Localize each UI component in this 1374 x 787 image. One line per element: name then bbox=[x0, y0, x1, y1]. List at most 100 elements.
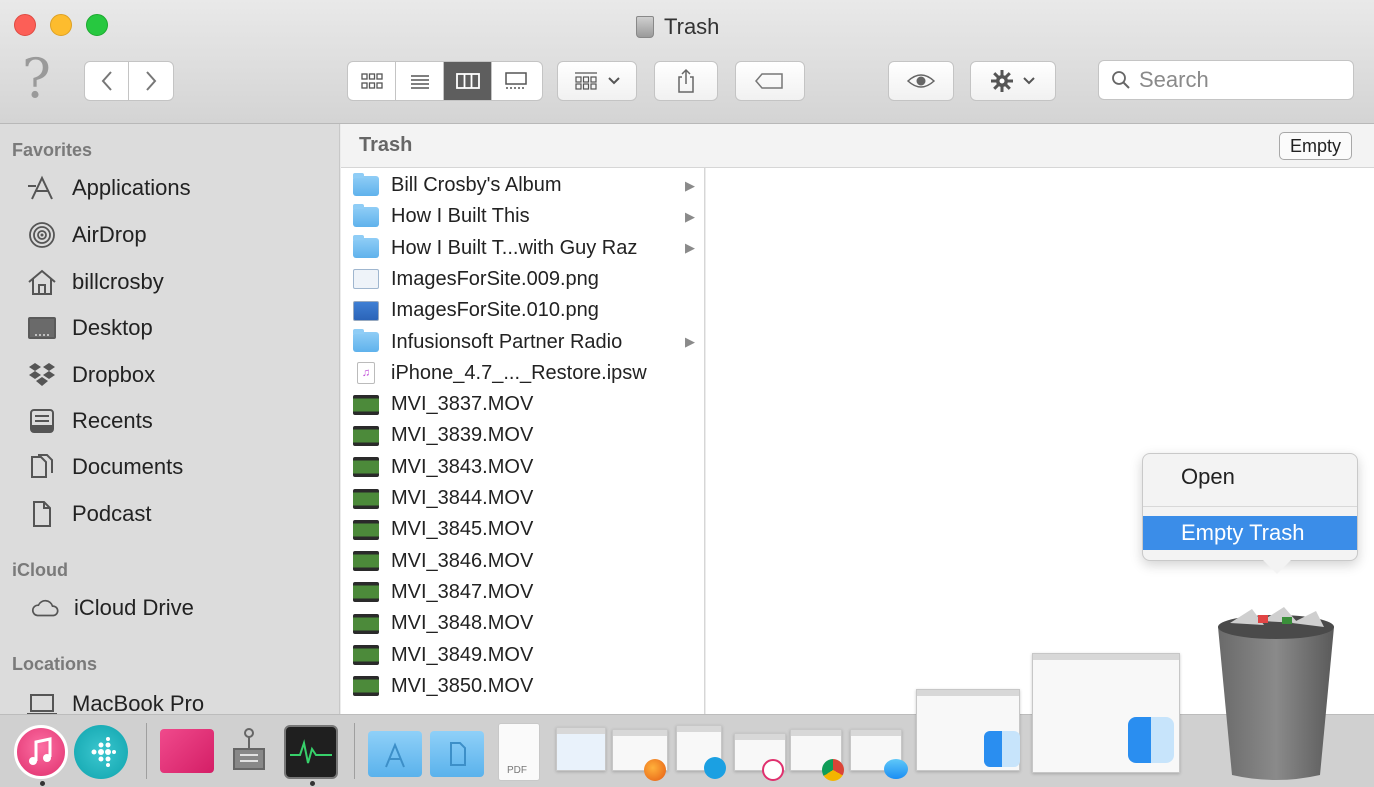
sidebar-item-desktop[interactable]: Desktop bbox=[26, 310, 153, 346]
share-button[interactable] bbox=[654, 61, 718, 101]
dock-trash-context-menu: Open Empty Trash bbox=[1142, 453, 1358, 574]
file-row[interactable]: MVI_3848.MOV bbox=[353, 608, 701, 639]
file-row[interactable]: MVI_3839.MOV bbox=[353, 420, 701, 451]
icon-view-button[interactable] bbox=[348, 62, 396, 100]
folder-icon bbox=[353, 329, 379, 352]
video-file-icon bbox=[353, 519, 379, 540]
home-icon bbox=[28, 269, 56, 295]
file-name: MVI_3843.MOV bbox=[391, 455, 534, 478]
file-row[interactable]: Infusionsoft Partner Radio ▶ bbox=[353, 327, 701, 358]
documents-folder-icon[interactable] bbox=[430, 731, 484, 777]
file-row[interactable]: MVI_3847.MOV bbox=[353, 577, 701, 608]
documents-icon bbox=[31, 454, 53, 478]
sidebar-item-documents[interactable]: Documents bbox=[26, 449, 183, 485]
applications-icon bbox=[28, 175, 53, 200]
file-row[interactable]: MVI_3844.MOV bbox=[353, 483, 701, 514]
video-file-icon bbox=[353, 551, 379, 572]
desktop-icon bbox=[28, 317, 56, 339]
menu-item-empty-trash[interactable]: Empty Trash bbox=[1143, 516, 1357, 550]
file-name: MVI_3839.MOV bbox=[391, 424, 534, 447]
image-file-icon bbox=[353, 300, 379, 321]
fitbit-dots-icon bbox=[91, 737, 116, 767]
dock-separator bbox=[354, 723, 355, 779]
dropbox-icon bbox=[29, 363, 55, 386]
itunes-small-icon bbox=[762, 759, 784, 781]
file-row[interactable]: ♫ iPhone_4.7_..._Restore.ipsw bbox=[353, 358, 701, 389]
gallery-view-button[interactable] bbox=[492, 62, 540, 100]
trash-path-bar: Trash Empty bbox=[341, 124, 1374, 168]
keynote-window-thumbnail[interactable] bbox=[556, 727, 606, 771]
search-field[interactable] bbox=[1098, 60, 1354, 100]
sidebar-item-applications[interactable]: Applications bbox=[26, 170, 191, 206]
image-file-icon bbox=[353, 269, 379, 290]
sidebar-section-locations: Locations bbox=[12, 654, 98, 674]
folder-icon bbox=[353, 235, 379, 259]
sidebar-item-podcast[interactable]: Podcast bbox=[26, 496, 152, 532]
list-view-icon bbox=[410, 75, 429, 89]
sidebar-section-icloud: iCloud bbox=[12, 560, 68, 580]
sidebar-item-label: AirDrop bbox=[72, 222, 147, 247]
file-name: MVI_3837.MOV bbox=[391, 393, 534, 416]
action-menu-button[interactable] bbox=[970, 61, 1056, 101]
trash-title-icon bbox=[636, 16, 654, 38]
file-name: MVI_3844.MOV bbox=[391, 487, 534, 509]
file-row[interactable]: How I Built T...with Guy Raz ▶ bbox=[353, 233, 701, 264]
disclosure-arrow-icon: ▶ bbox=[685, 240, 695, 256]
system-preferences-icon[interactable] bbox=[222, 725, 276, 779]
fitbit-icon[interactable] bbox=[74, 725, 128, 779]
sidebar-item-macbook-pro[interactable]: MacBook Pro bbox=[26, 686, 204, 714]
file-row[interactable]: Bill Crosby's Album ▶ bbox=[353, 170, 701, 201]
quick-look-button[interactable] bbox=[888, 61, 954, 101]
gallery-view-icon bbox=[505, 72, 527, 89]
sidebar-item-dropbox[interactable]: Dropbox bbox=[26, 357, 155, 393]
trash-icon[interactable] bbox=[1212, 605, 1340, 783]
column-view-icon bbox=[455, 73, 480, 89]
sidebar-item-billcrosby[interactable]: billcrosby bbox=[26, 264, 164, 300]
video-file-icon bbox=[353, 582, 379, 603]
itunes-icon[interactable] bbox=[14, 725, 68, 779]
zoom-window-button[interactable] bbox=[86, 14, 108, 36]
tags-button[interactable] bbox=[735, 61, 805, 101]
file-name: MVI_3845.MOV bbox=[391, 518, 534, 541]
back-button[interactable] bbox=[85, 62, 130, 100]
forward-button[interactable] bbox=[129, 62, 173, 100]
minimize-window-button[interactable] bbox=[50, 14, 72, 36]
dock-separator bbox=[146, 723, 147, 779]
parallels-icon[interactable] bbox=[160, 729, 214, 773]
file-row[interactable]: MVI_3846.MOV bbox=[353, 546, 701, 577]
sidebar-item-icloud-drive[interactable]: iCloud Drive bbox=[30, 590, 194, 626]
sidebar-item-label: Documents bbox=[72, 454, 184, 479]
window-title-text: Trash bbox=[664, 14, 720, 39]
eye-icon bbox=[906, 74, 936, 88]
empty-button[interactable]: Empty bbox=[1278, 132, 1352, 160]
icon-view-icon bbox=[360, 73, 383, 89]
file-row[interactable]: MVI_3837.MOV bbox=[353, 389, 701, 420]
file-name: ImagesForSite.010.png bbox=[391, 299, 599, 322]
pdf-file-icon[interactable]: PDF bbox=[498, 723, 540, 781]
column-view-button[interactable] bbox=[444, 62, 492, 100]
file-row[interactable]: ImagesForSite.009.png bbox=[353, 264, 701, 295]
activity-monitor-icon[interactable] bbox=[284, 725, 338, 779]
dock: PDF bbox=[0, 653, 1374, 787]
group-by-button[interactable] bbox=[557, 61, 637, 101]
search-input[interactable] bbox=[1139, 67, 1339, 93]
disclosure-arrow-icon: ▶ bbox=[685, 177, 695, 193]
file-row[interactable]: How I Built This ▶ bbox=[353, 201, 701, 232]
list-view-button[interactable] bbox=[396, 62, 444, 100]
file-name: ImagesForSite.009.png bbox=[391, 267, 599, 290]
menu-item-open[interactable]: Open bbox=[1143, 460, 1357, 494]
file-name: MVI_3847.MOV bbox=[391, 580, 534, 603]
file-row[interactable]: ImagesForSite.010.png bbox=[353, 295, 701, 326]
close-window-button[interactable] bbox=[14, 14, 36, 36]
video-file-icon bbox=[353, 488, 379, 509]
help-icon[interactable]: ? bbox=[22, 52, 51, 106]
file-row[interactable]: MVI_3850.MOV bbox=[353, 671, 701, 702]
file-row[interactable]: MVI_3849.MOV bbox=[353, 640, 701, 671]
file-row[interactable]: MVI_3845.MOV bbox=[353, 514, 701, 545]
running-indicator bbox=[40, 781, 45, 786]
sidebar-item-label: Applications bbox=[72, 175, 191, 200]
sidebar-item-airdrop[interactable]: AirDrop bbox=[26, 217, 147, 253]
file-row[interactable]: MVI_3843.MOV bbox=[353, 452, 701, 483]
applications-folder-icon[interactable] bbox=[368, 731, 422, 777]
sidebar-item-recents[interactable]: Recents bbox=[26, 403, 153, 439]
